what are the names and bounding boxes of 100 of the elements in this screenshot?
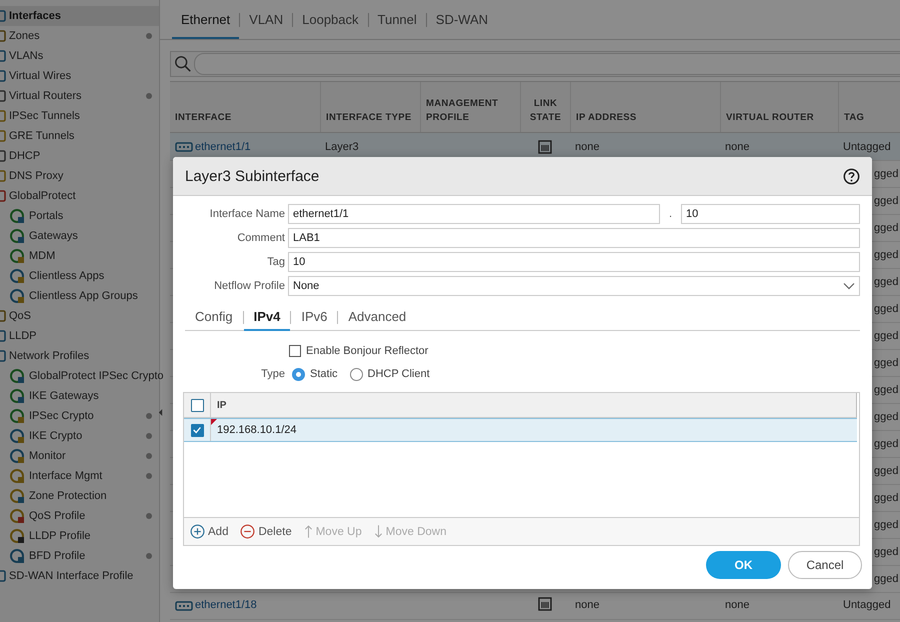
column-header[interactable]: IP ADDRESS [570, 82, 720, 132]
radio-button[interactable] [292, 368, 305, 380]
sidebar-item[interactable]: Monitor [0, 446, 159, 466]
table-row[interactable]: 192.168.10.1/24 [184, 418, 857, 442]
tab[interactable]: Tunnel [368, 4, 426, 39]
column-header[interactable]: TAG [838, 82, 900, 132]
sidebar-item[interactable]: IKE Crypto [0, 426, 159, 446]
column-header[interactable]: VIRTUAL ROUTER [720, 82, 838, 132]
sidebar-item[interactable]: QoS Profile [0, 506, 159, 526]
sidebar-item[interactable]: IPSec Crypto [0, 406, 159, 426]
search-icon[interactable] [174, 55, 192, 73]
collapse-arrow-icon[interactable] [158, 408, 163, 417]
arrow-up-icon [304, 524, 313, 539]
table-cell: gged [874, 276, 898, 288]
toolbar-button[interactable]: Add [190, 524, 228, 539]
radio-button[interactable] [350, 368, 363, 380]
minus-circle-icon [240, 524, 256, 539]
field-label: Netflow Profile [213, 280, 285, 292]
sidebar-item[interactable]: Zone Protection [0, 486, 159, 506]
table-cell: none [575, 140, 600, 152]
sidebar-item[interactable]: BFD Profile [0, 546, 159, 566]
field-label: Type [260, 368, 285, 380]
circle-icon [9, 508, 25, 524]
dropdown[interactable]: None [288, 276, 860, 296]
sidebar-item[interactable]: Interface Mgmt [0, 466, 159, 486]
tab[interactable]: Config [185, 304, 243, 330]
sidebar-item[interactable]: IKE Gateways [0, 386, 159, 406]
link-state-icon [538, 140, 552, 154]
table-cell: gged [874, 195, 898, 207]
sidebar-item[interactable]: GlobalProtect [0, 186, 159, 206]
circle-icon [9, 368, 25, 384]
table-cell: none [725, 599, 750, 611]
table-cell: gged [874, 384, 898, 396]
field-label: Interface Name [208, 208, 285, 220]
sidebar-item[interactable]: LLDP [0, 326, 159, 346]
interface-link[interactable]: ethernet1/1 [195, 140, 251, 152]
input-field[interactable]: 10 [681, 204, 860, 224]
ok-button[interactable]: OK [706, 551, 781, 579]
sidebar-item[interactable]: Portals [0, 206, 159, 226]
cancel-button[interactable]: Cancel [788, 551, 862, 579]
sidebar-item[interactable]: Zones [0, 26, 159, 46]
field-label: Comment [236, 232, 285, 244]
checkbox[interactable] [190, 424, 204, 436]
column-header[interactable]: INTERFACE [170, 82, 320, 132]
tab[interactable]: SD-WAN [426, 4, 498, 39]
column-header[interactable]: LINK STATE [520, 82, 570, 132]
sidebar-item[interactable]: Clientless Apps [0, 266, 159, 286]
circle-icon [9, 228, 25, 244]
column-header[interactable]: IP [211, 393, 226, 417]
search-field[interactable] [194, 53, 900, 75]
sidebar-item[interactable]: Clientless App Groups [0, 286, 159, 306]
sidebar-item[interactable]: GRE Tunnels [0, 126, 159, 146]
circle-icon [9, 548, 25, 564]
separator-text: . [668, 208, 674, 220]
tab[interactable]: Ethernet [172, 4, 240, 39]
sidebar-item[interactable]: Virtual Wires [0, 66, 159, 86]
sidebar-item[interactable]: QoS [0, 306, 159, 326]
sidebar-item[interactable]: Interfaces [0, 6, 159, 26]
table-cell: none [725, 140, 750, 152]
tab[interactable]: VLAN [240, 4, 292, 39]
table-cell: gged [874, 438, 898, 450]
tab[interactable]: IPv6 [291, 304, 338, 330]
input-field[interactable]: ethernet1/1 [288, 204, 660, 224]
column-header[interactable]: INTERFACE TYPE [320, 82, 420, 132]
radio-label: Static [310, 368, 338, 380]
table-cell: Untagged [843, 140, 891, 152]
tab[interactable]: Advanced [338, 304, 416, 330]
sidebar-item[interactable]: Network Profiles [0, 346, 159, 366]
sidebar-item[interactable]: VLANs [0, 46, 159, 66]
sidebar-item[interactable]: SD-WAN Interface Profile [0, 566, 159, 586]
tab[interactable]: Loopback [293, 4, 368, 39]
toolbar-button[interactable]: Delete [240, 524, 292, 539]
circle-icon [9, 428, 25, 444]
sidebar-item[interactable]: DNS Proxy [0, 166, 159, 186]
table-cell: gged [874, 546, 898, 558]
table-cell: gged [874, 573, 898, 585]
checkbox[interactable] [190, 398, 204, 412]
table-cell: none [575, 599, 600, 611]
chevron-down-icon [843, 282, 855, 290]
circle-icon [9, 248, 25, 264]
sidebar-item[interactable]: LLDP Profile [0, 526, 159, 546]
sidebar-item[interactable]: Virtual Routers [0, 86, 159, 106]
interface-link[interactable]: ethernet1/18 [195, 599, 257, 611]
sidebar-item[interactable]: MDM [0, 246, 159, 266]
table-cell: gged [874, 222, 898, 234]
column-header[interactable]: MANAGEMENT PROFILE [420, 82, 520, 132]
circle-icon [9, 408, 25, 424]
circle-icon [9, 288, 25, 304]
input-field[interactable]: LAB1 [288, 228, 860, 248]
checkbox[interactable] [289, 345, 301, 357]
circle-icon [9, 468, 25, 484]
table-cell: gged [874, 411, 898, 423]
sidebar-item[interactable]: Gateways [0, 226, 159, 246]
table-cell: gged [874, 303, 898, 315]
table-cell: Layer3 [325, 140, 359, 152]
sidebar-item[interactable]: IPSec Tunnels [0, 106, 159, 126]
circle-icon [9, 488, 25, 504]
sidebar-item[interactable]: DHCP [0, 146, 159, 166]
input-field[interactable]: 10 [288, 252, 860, 272]
help-icon[interactable] [843, 168, 860, 184]
